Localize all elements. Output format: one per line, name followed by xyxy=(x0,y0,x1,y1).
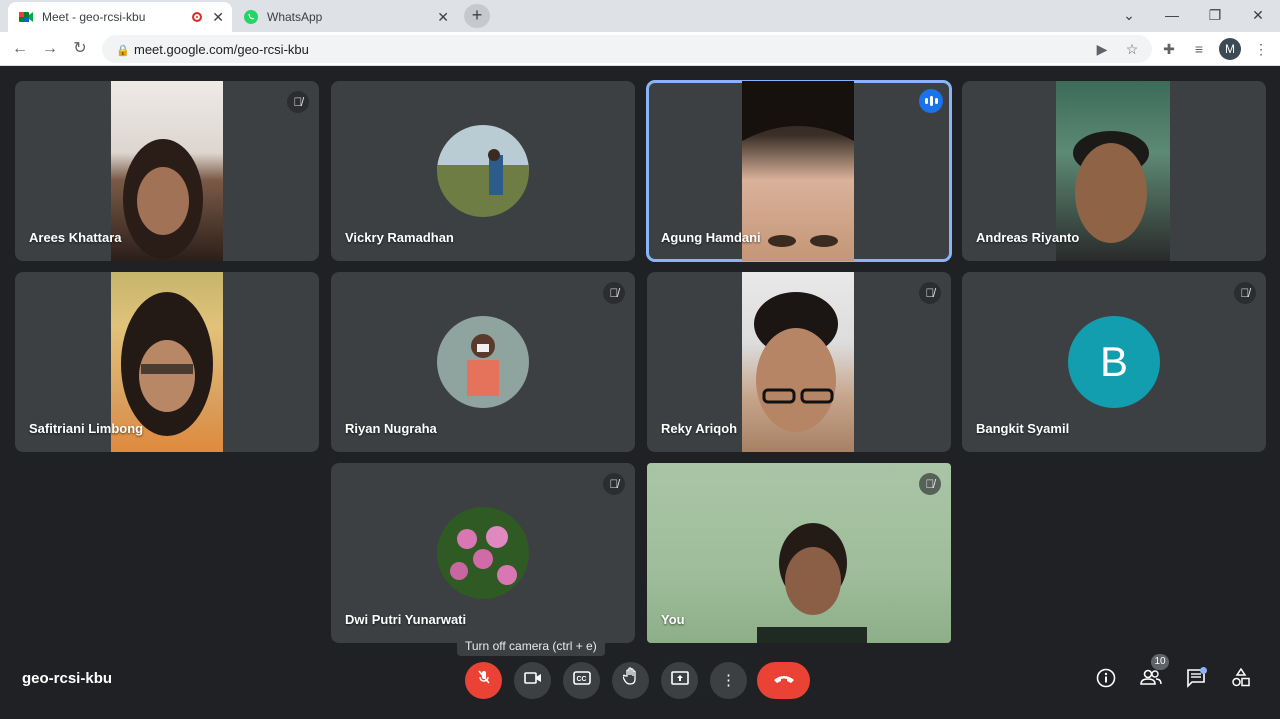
close-tab-icon[interactable]: ✕ xyxy=(437,9,449,26)
participant-photo-avatar xyxy=(437,507,529,599)
participant-name: Andreas Riyanto xyxy=(976,230,1080,245)
participant-tile[interactable]: 🎙̸ Arees Khattara xyxy=(15,81,319,261)
mic-off-icon xyxy=(477,670,490,684)
participant-tile[interactable]: B 🎙̸ Bangkit Syamil xyxy=(962,272,1266,452)
hand-icon xyxy=(621,667,636,685)
reload-button[interactable]: ↻ xyxy=(70,39,90,59)
address-bar[interactable]: 🔒 meet.google.com/geo-rcsi-kbu xyxy=(102,35,1152,63)
people-button[interactable] xyxy=(1139,668,1163,692)
camera-tooltip: Turn off camera (ctrl + e) xyxy=(457,636,605,656)
participant-tile[interactable]: Andreas Riyanto xyxy=(962,81,1266,261)
info-icon xyxy=(1096,668,1116,688)
present-icon xyxy=(670,671,689,685)
participant-name: Riyan Nugraha xyxy=(345,421,437,436)
participant-name: Reky Ariqoh xyxy=(661,421,738,436)
meet-stage: 🎙̸ Arees Khattara Vickry Ramadhan Agung … xyxy=(0,66,1280,719)
google-meet-favicon-icon xyxy=(18,9,34,25)
browser-tab-bar: Meet - geo-rcsi-kbu ✕ WhatsApp ✕ + ⌄ — ❐… xyxy=(0,0,1280,32)
activities-button[interactable] xyxy=(1229,667,1253,692)
more-vertical-icon: ⋮ xyxy=(721,672,736,689)
participant-photo-avatar xyxy=(437,316,529,408)
participant-tile[interactable]: Safitriani Limbong xyxy=(15,272,319,452)
participant-tile[interactable]: 🎙̸ Reky Ariqoh xyxy=(647,272,951,452)
tab-meet[interactable]: Meet - geo-rcsi-kbu ✕ xyxy=(8,2,232,32)
profile-avatar[interactable]: M xyxy=(1219,38,1241,60)
self-video xyxy=(647,463,951,643)
new-tab-button[interactable]: + xyxy=(464,4,490,28)
tab-meet-title: Meet - geo-rcsi-kbu xyxy=(42,10,146,24)
muted-mic-icon: 🎙̸ xyxy=(1234,282,1256,304)
bookmark-star-icon[interactable]: ☆ xyxy=(1123,40,1141,58)
participant-name: Agung Hamdani xyxy=(661,230,761,245)
muted-mic-icon: 🎙̸ xyxy=(603,473,625,495)
minimize-button[interactable]: — xyxy=(1157,4,1187,26)
muted-mic-icon: 🎙̸ xyxy=(603,282,625,304)
participant-tile[interactable]: Vickry Ramadhan xyxy=(331,81,635,261)
close-window-button[interactable]: ✕ xyxy=(1243,4,1273,26)
muted-mic-icon: 🎙̸ xyxy=(287,91,309,113)
present-screen-button[interactable] xyxy=(661,662,698,699)
activities-icon xyxy=(1232,667,1250,687)
tab-whatsapp-title: WhatsApp xyxy=(267,10,323,24)
recording-indicator-icon xyxy=(192,12,202,22)
participant-tile-speaking[interactable]: Agung Hamdani xyxy=(646,80,952,262)
camera-icon xyxy=(523,672,541,684)
participant-name: Arees Khattara xyxy=(29,230,122,245)
muted-mic-icon: 🎙̸ xyxy=(919,282,941,304)
captions-icon: CC xyxy=(572,671,591,685)
forward-button[interactable]: → xyxy=(40,39,60,59)
self-tile[interactable]: 🎙̸ You xyxy=(647,463,951,643)
participant-name: Safitriani Limbong xyxy=(29,421,144,436)
participant-letter-avatar: B xyxy=(1068,316,1160,408)
meeting-details-button[interactable] xyxy=(1094,668,1118,692)
captions-button[interactable]: CC xyxy=(563,662,600,699)
meeting-code: geo-rcsi-kbu xyxy=(22,670,113,687)
participant-name: Dwi Putri Yunarwati xyxy=(345,612,467,627)
participant-name: You xyxy=(661,612,685,627)
participant-tile[interactable]: 🎙̸ Dwi Putri Yunarwati xyxy=(331,463,635,643)
muted-mic-icon: 🎙̸ xyxy=(919,473,941,495)
svg-text:CC: CC xyxy=(576,676,586,683)
more-options-button[interactable]: ⋮ xyxy=(710,662,747,699)
tab-whatsapp[interactable]: WhatsApp ✕ xyxy=(233,2,457,32)
participant-photo-avatar xyxy=(437,125,529,217)
new-message-dot xyxy=(1200,667,1207,674)
lock-icon: 🔒 xyxy=(116,44,130,57)
toggle-mic-button[interactable] xyxy=(465,662,502,699)
participant-video xyxy=(742,272,854,452)
browser-toolbar: ← → ↻ 🔒 meet.google.com/geo-rcsi-kbu ▶ ☆… xyxy=(0,32,1280,66)
tab-search-chevron-icon[interactable]: ⌄ xyxy=(1114,4,1144,26)
hang-up-icon xyxy=(773,676,794,683)
extensions-icon[interactable]: ✚ xyxy=(1160,40,1178,58)
toggle-camera-button[interactable] xyxy=(514,662,551,699)
participant-count-badge: 10 xyxy=(1151,654,1169,670)
speaking-indicator-icon xyxy=(919,89,943,113)
raise-hand-button[interactable] xyxy=(612,662,649,699)
media-controls-icon[interactable]: ≡ xyxy=(1190,40,1208,58)
leave-call-button[interactable] xyxy=(757,662,810,699)
participant-video xyxy=(111,81,223,261)
close-tab-icon[interactable]: ✕ xyxy=(212,9,224,26)
participant-name: Bangkit Syamil xyxy=(976,421,1070,436)
participant-name: Vickry Ramadhan xyxy=(345,230,454,245)
people-icon xyxy=(1140,669,1162,685)
camera-in-use-icon[interactable]: ▶ xyxy=(1093,40,1111,58)
restore-button[interactable]: ❐ xyxy=(1200,4,1230,26)
back-button[interactable]: ← xyxy=(10,39,30,59)
participant-tile[interactable]: 🎙̸ Riyan Nugraha xyxy=(331,272,635,452)
whatsapp-favicon-icon xyxy=(243,9,259,25)
browser-menu-icon[interactable]: ⋮ xyxy=(1252,40,1270,58)
url-text: meet.google.com/geo-rcsi-kbu xyxy=(134,41,309,57)
